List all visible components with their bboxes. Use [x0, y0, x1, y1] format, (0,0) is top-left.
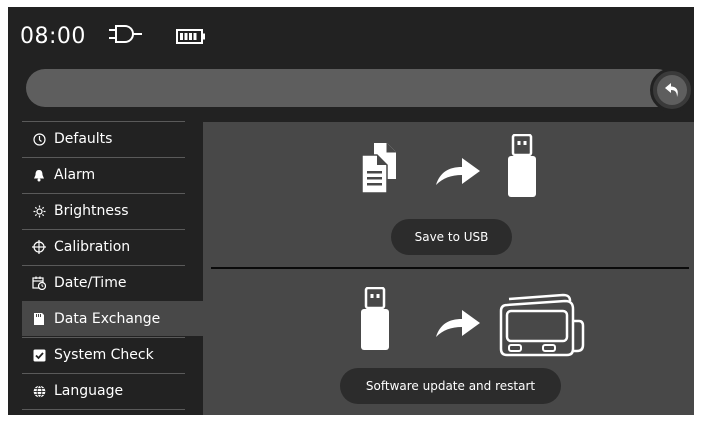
crosshair-icon [32, 240, 46, 254]
usb-stick-icon [361, 287, 389, 350]
sd-card-icon [32, 312, 46, 326]
menu-item-date-time[interactable]: Date/Time [22, 265, 185, 300]
usb-stick-icon [508, 134, 536, 197]
battery-icon [176, 29, 205, 44]
menu-item-language[interactable]: Language [22, 373, 185, 408]
back-button[interactable] [650, 68, 694, 112]
menu-label: Date/Time [54, 275, 127, 291]
data-exchange-panel: Save to USB Software update and restart [203, 122, 694, 415]
globe-icon [32, 384, 46, 398]
arrow-right-icon [436, 158, 480, 185]
menu-label: Calibration [54, 239, 131, 255]
menu-label: Data Exchange [54, 311, 161, 327]
menu-divider [22, 409, 185, 410]
status-bar: 08:00 [8, 7, 694, 67]
breadcrumb-bar [26, 69, 676, 107]
bell-icon [32, 168, 46, 182]
plug-icon [109, 25, 142, 43]
software-update-button[interactable]: Software update and restart [340, 368, 561, 404]
menu-item-system-check[interactable]: System Check [22, 337, 185, 372]
save-to-usb-button[interactable]: Save to USB [391, 219, 512, 255]
clock-icon [32, 132, 46, 146]
menu-label: Brightness [54, 203, 129, 219]
device-screen: 08:00 Defaults Alarm Brightness Calibrat… [8, 7, 694, 415]
clock-time: 08:00 [20, 24, 86, 49]
menu-item-brightness[interactable]: Brightness [22, 193, 185, 228]
menu-item-defaults[interactable]: Defaults [22, 121, 185, 156]
undo-arrow-icon [665, 83, 678, 97]
menu-label: System Check [54, 347, 154, 363]
menu-label: Alarm [54, 167, 96, 183]
menu-item-data-exchange[interactable]: Data Exchange [22, 301, 203, 336]
calendar-clock-icon [32, 276, 46, 290]
arrow-right-icon [436, 310, 480, 337]
menu-item-alarm[interactable]: Alarm [22, 157, 185, 192]
documents-icon [361, 143, 396, 193]
menu-label: Defaults [54, 131, 113, 147]
settings-menu: Defaults Alarm Brightness Calibration Da… [8, 121, 203, 415]
checkbox-icon [32, 348, 46, 362]
section-divider [211, 267, 689, 269]
sun-icon [32, 204, 46, 218]
menu-item-calibration[interactable]: Calibration [22, 229, 185, 264]
device-icon [499, 293, 585, 357]
menu-label: Language [54, 383, 124, 399]
